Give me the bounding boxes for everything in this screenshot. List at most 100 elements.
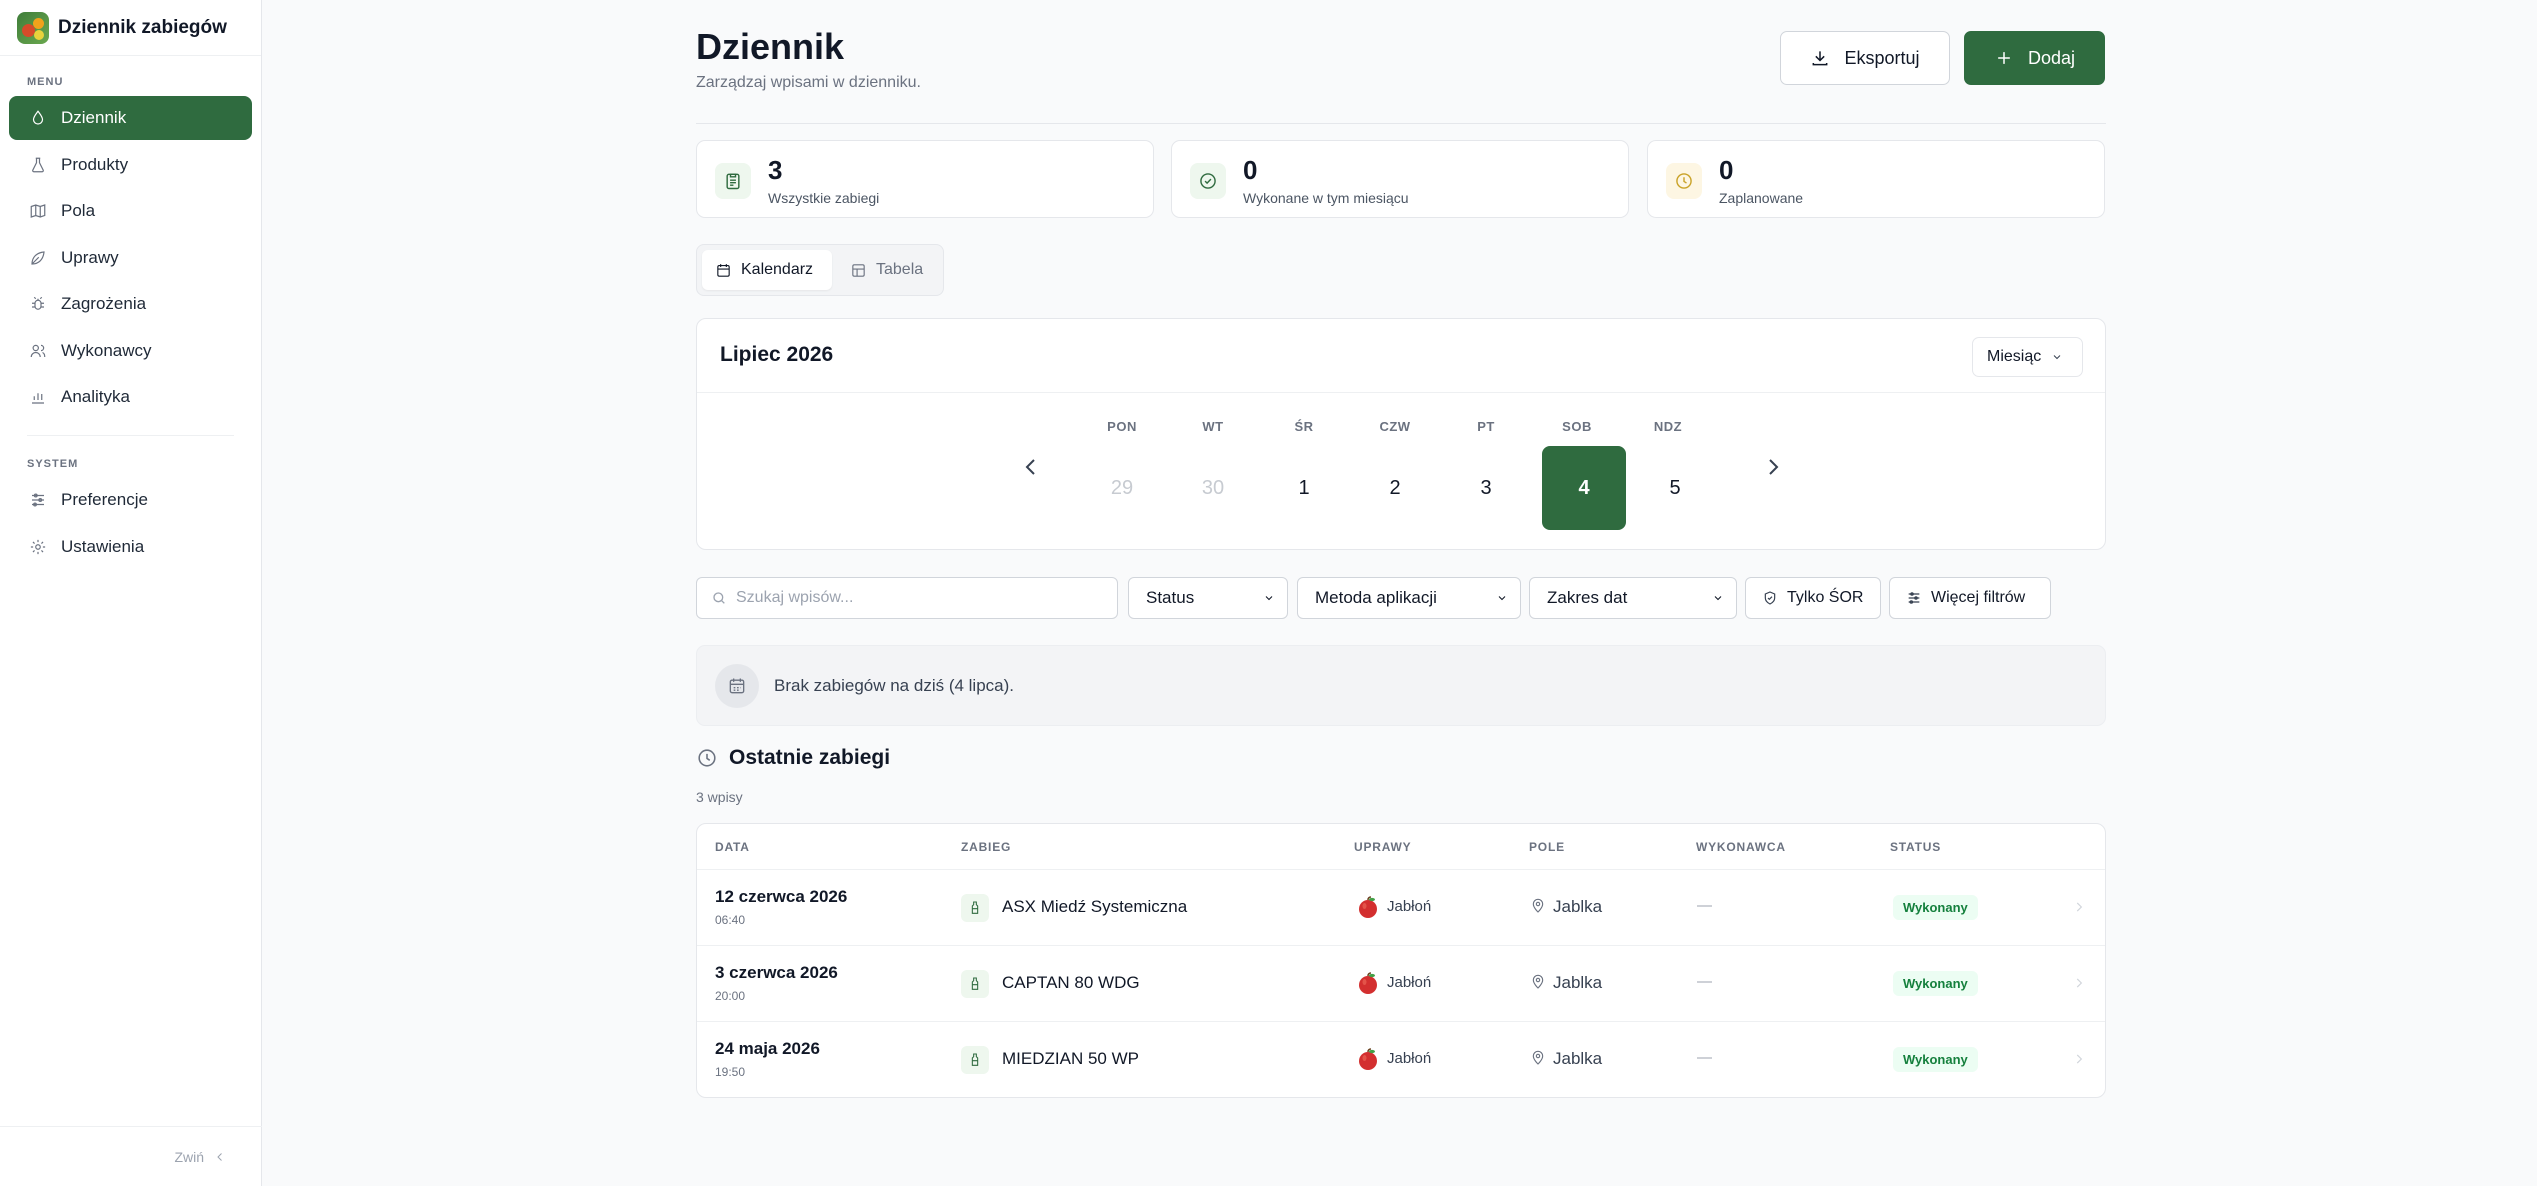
- method-select[interactable]: Metoda aplikacji: [1297, 577, 1521, 619]
- sidebar-item-label: Pola: [61, 201, 96, 220]
- chevron-right-icon: [1769, 459, 1779, 475]
- calendar-view-select[interactable]: Miesiąc: [1972, 337, 2083, 377]
- chevron-right-icon: [2072, 1052, 2086, 1066]
- table-row[interactable]: 3 czerwca 2026 20:00 CAPTAN 80 WDG Jabło…: [697, 945, 2105, 1021]
- calendar-day[interactable]: 3: [1444, 446, 1528, 530]
- calendar-day[interactable]: 30: [1171, 446, 1255, 530]
- history-icon: [698, 749, 716, 767]
- calendar-prev-button[interactable]: [1019, 455, 1043, 479]
- calendar-day[interactable]: 1: [1262, 446, 1346, 530]
- calendar-title: Lipiec 2026: [720, 343, 834, 366]
- table-row[interactable]: 24 maja 2026 19:50 MIEDZIAN 50 WP Jabłoń…: [697, 1021, 2105, 1097]
- row-time: 19:50: [715, 1065, 746, 1079]
- map-pin-icon: [1530, 1050, 1546, 1066]
- search-input[interactable]: [736, 589, 1096, 607]
- row-time: 20:00: [715, 989, 746, 1003]
- sidebar-item-produkty[interactable]: Produkty: [9, 143, 252, 187]
- row-crop: Jabłoń: [1387, 898, 1432, 915]
- sidebar-item-label: Preferencje: [61, 490, 148, 509]
- sor-only-button[interactable]: Tylko ŚOR: [1745, 577, 1881, 619]
- row-time: 06:40: [715, 913, 746, 927]
- column-header-date: DATA: [715, 840, 750, 854]
- download-icon: [1813, 51, 1828, 66]
- tab-calendar[interactable]: Kalendarz: [702, 250, 832, 290]
- filters-bar: Status Metoda aplikacji Zakres dat Tylko…: [696, 577, 2106, 619]
- export-button[interactable]: Eksportuj: [1780, 31, 1950, 85]
- row-date: 12 czerwca 2026: [715, 887, 848, 906]
- table-icon: [852, 263, 865, 277]
- tab-table[interactable]: Tabela: [837, 250, 937, 290]
- calendar-icon: [717, 263, 730, 277]
- weekday-label: WT: [1202, 419, 1224, 434]
- add-button-label: Dodaj: [2027, 47, 2076, 68]
- calendar-panel: Lipiec 2026 Miesiąc PON WT ŚR CZW PT SOB…: [696, 318, 2106, 550]
- weekday-label: SOB: [1562, 419, 1592, 434]
- weekday-label: PT: [1477, 419, 1495, 434]
- users-icon: [30, 344, 46, 357]
- app-name: Dziennik zabiegów: [58, 16, 227, 38]
- stat-value: 0: [1719, 155, 1734, 185]
- menu-section-label: MENU: [27, 76, 64, 88]
- recent-section-title: Ostatnie zabiegi: [696, 746, 890, 770]
- empty-state-text: Brak zabiegów na dziś (4 lipca).: [774, 676, 1015, 695]
- sidebar-item-uprawy[interactable]: Uprawy: [9, 236, 252, 280]
- apple-icon: [1359, 1048, 1377, 1070]
- status-badge: Wykonany: [1893, 1047, 1978, 1072]
- sidebar: Dziennik zabiegów MENU Dziennik Produkty…: [0, 0, 262, 1186]
- add-button[interactable]: Dodaj: [1964, 31, 2105, 85]
- calendar-divider: [697, 392, 2105, 393]
- stat-label: Wszystkie zabiegi: [768, 190, 880, 206]
- leaf-icon: [31, 250, 45, 265]
- weekday-label: NDZ: [1653, 419, 1683, 434]
- status-select[interactable]: Status: [1128, 577, 1288, 619]
- apple-icon: [1359, 972, 1377, 994]
- sidebar-divider: [27, 435, 234, 436]
- calendar-day[interactable]: 5: [1633, 446, 1717, 530]
- sidebar-item-preferencje[interactable]: Preferencje: [9, 478, 252, 522]
- chevron-down-icon: [1498, 596, 1506, 601]
- main-nav: Dziennik Produkty Pola Uprawy Zagrożenia…: [0, 96, 261, 419]
- calendar-view-select-value: Miesiąc: [1987, 348, 2042, 365]
- plus-icon: [1998, 52, 2010, 64]
- status-select-value: Status: [1146, 588, 1195, 607]
- bug-icon: [32, 296, 44, 310]
- sidebar-item-label: Dziennik: [61, 108, 127, 127]
- stat-label: Zaplanowane: [1719, 190, 1804, 206]
- stat-value: 0: [1243, 155, 1258, 185]
- empty-state: Brak zabiegów na dziś (4 lipca).: [696, 645, 2106, 726]
- collapse-sidebar-button[interactable]: Zwiń: [0, 1126, 262, 1186]
- sidebar-item-label: Produkty: [61, 154, 129, 174]
- recent-title-text: Ostatnie zabiegi: [729, 746, 891, 769]
- calendar-next-button[interactable]: [1761, 455, 1785, 479]
- map-pin-icon: [1530, 974, 1546, 990]
- table-row[interactable]: 12 czerwca 2026 06:40 ASX Miedź Systemic…: [697, 869, 2105, 945]
- apple-icon: [1359, 896, 1377, 918]
- brand[interactable]: Dziennik zabiegów: [0, 0, 261, 56]
- sidebar-item-analityka[interactable]: Analityka: [9, 375, 252, 419]
- sidebar-item-label: Uprawy: [61, 247, 119, 267]
- date-range-select[interactable]: Zakres dat: [1529, 577, 1737, 619]
- sidebar-item-ustawienia[interactable]: Ustawienia: [9, 525, 252, 569]
- sidebar-item-zagrozenia[interactable]: Zagrożenia: [9, 282, 252, 326]
- calendar-day[interactable]: 29: [1080, 446, 1164, 530]
- calendar-day-selected[interactable]: 4: [1542, 446, 1626, 530]
- collapse-label: Zwiń: [174, 1148, 204, 1165]
- sidebar-item-pola[interactable]: Pola: [9, 189, 252, 233]
- sidebar-item-dziennik[interactable]: Dziennik: [9, 96, 252, 140]
- page-title: Dziennik: [696, 26, 845, 67]
- calendar-day[interactable]: 2: [1353, 446, 1437, 530]
- search-box: [696, 577, 1118, 619]
- chevron-left-icon: [1025, 459, 1035, 475]
- sidebar-item-wykonawcy[interactable]: Wykonawcy: [9, 329, 252, 373]
- weekday-label: PON: [1107, 419, 1137, 434]
- view-tabs: Kalendarz Tabela: [696, 244, 944, 296]
- sidebar-item-label: Analityka: [61, 387, 130, 406]
- sliders-icon: [32, 493, 44, 507]
- column-header-executor: WYKONAWCA: [1696, 840, 1786, 854]
- shield-icon: [1764, 591, 1776, 605]
- stat-card-done-month: 0 Wykonane w tym miesiącu: [1171, 140, 1629, 218]
- calendar-icon: [715, 664, 759, 708]
- map-pin-icon: [1530, 898, 1546, 914]
- sidebar-item-label: Zagrożenia: [61, 294, 147, 313]
- more-filters-button[interactable]: Więcej filtrów: [1889, 577, 2051, 619]
